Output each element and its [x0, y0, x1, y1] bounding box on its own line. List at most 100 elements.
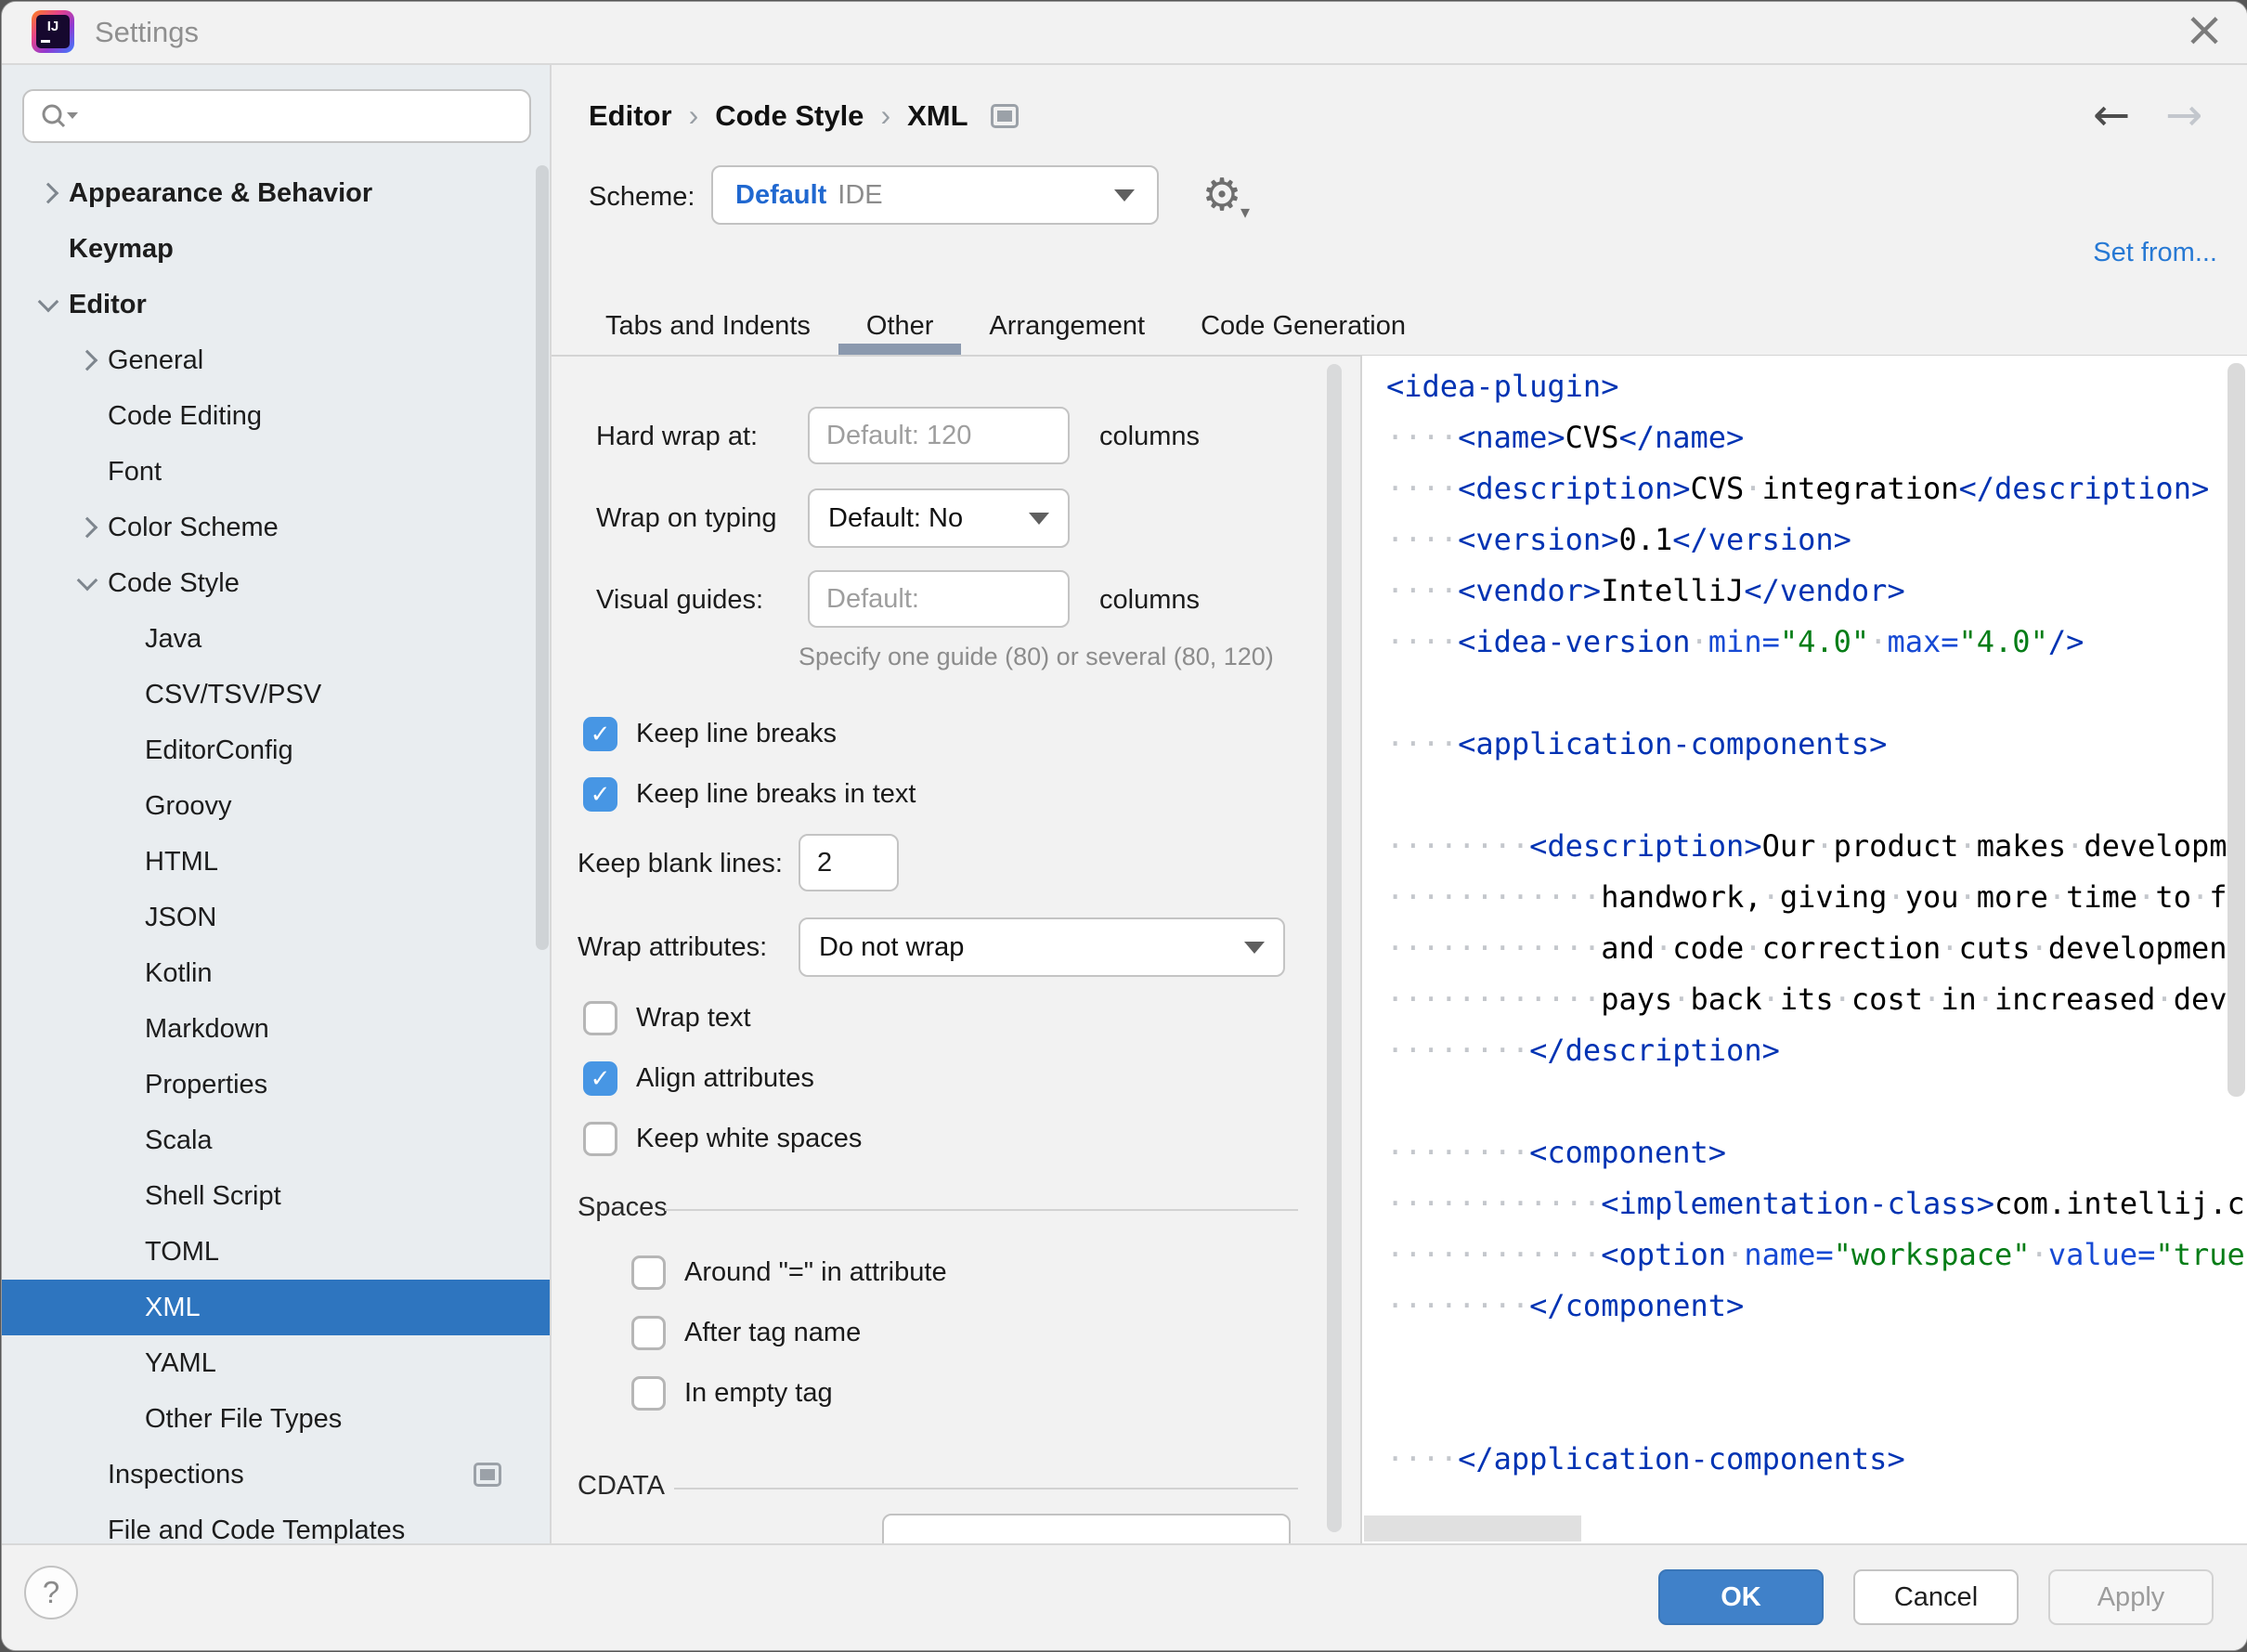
breadcrumb-separator: › [880, 98, 890, 133]
cancel-button[interactable]: Cancel [1853, 1569, 2019, 1625]
preview-horizontal-scrollbar[interactable] [1364, 1515, 1581, 1541]
keep-line-breaks-checkbox[interactable]: ✓ [583, 717, 617, 751]
align-attributes-checkbox[interactable]: ✓ [583, 1061, 617, 1096]
search-input[interactable] [78, 100, 529, 132]
code-line: ············handwork,·giving·you·more·ti… [1386, 872, 2247, 923]
code-line: ····<application-components> [1386, 719, 2247, 770]
tab-bar: Tabs and IndentsOtherArrangementCode Gen… [578, 297, 1434, 355]
wrap-on-typing-select[interactable]: Default: No [808, 488, 1070, 548]
sidebar-item-appearance-behavior[interactable]: Appearance & Behavior [2, 165, 550, 221]
sidebar-list: Appearance & Behavior Keymap Editor General… [2, 165, 550, 1543]
sidebar-item-groovy[interactable]: Groovy [2, 778, 550, 834]
hard-wrap-input[interactable] [808, 407, 1070, 464]
chevron-down-icon[interactable] [77, 570, 98, 592]
after-tag-name-checkbox[interactable] [631, 1316, 666, 1350]
wrap-on-typing-label: Wrap on typing [596, 503, 777, 534]
sidebar-item-yaml[interactable]: YAML [2, 1335, 550, 1391]
sidebar-item-properties[interactable]: Properties [2, 1057, 550, 1112]
preview-pane: <idea-plugin>····<name>CVS</name>····<de… [1360, 356, 2247, 1543]
arrow-right-icon: → [2165, 89, 2202, 141]
intellij-app-icon: IJ [32, 10, 74, 53]
footer: ? OK Cancel Apply [2, 1543, 2247, 1650]
breadcrumb-code-style[interactable]: Code Style [715, 99, 864, 133]
code-line: ············<option·name="workspace"·val… [1386, 1229, 2247, 1281]
keep-white-spaces-checkbox[interactable] [583, 1122, 617, 1156]
set-from-link[interactable]: Set from... [2093, 238, 2217, 268]
sidebar-item-java[interactable]: Java [2, 611, 550, 667]
chevron-down-icon [1244, 942, 1265, 954]
breadcrumb-editor[interactable]: Editor [589, 99, 672, 133]
checkbox-label: In empty tag [684, 1378, 833, 1409]
sidebar-item-editorconfig[interactable]: EditorConfig [2, 722, 550, 778]
sidebar-item-label: File and Code Templates [108, 1515, 405, 1544]
scheme-actions-button[interactable]: ⚙ [1192, 165, 1252, 225]
form-scrollbar[interactable] [1327, 364, 1342, 1532]
checkbox-row-keep-white-spaces[interactable]: Keep white spaces [583, 1109, 862, 1169]
settings-search-box[interactable] [22, 89, 531, 143]
keep-line-breaks-in-text-checkbox[interactable]: ✓ [583, 777, 617, 812]
sidebar-scrollbar[interactable] [536, 165, 549, 950]
sidebar-item-label: Properties [145, 1070, 267, 1100]
apply-button[interactable]: Apply [2048, 1569, 2214, 1625]
sidebar-item-color-scheme[interactable]: Color Scheme [2, 500, 550, 555]
forward-button[interactable]: → [2165, 89, 2202, 141]
help-button[interactable]: ? [24, 1566, 78, 1619]
tab-other[interactable]: Other [838, 297, 962, 355]
wrap-attributes-select[interactable]: Do not wrap [799, 917, 1285, 977]
chevron-right-icon[interactable] [77, 517, 98, 539]
sidebar-item-code-editing[interactable]: Code Editing [2, 388, 550, 444]
sidebar-item-json[interactable]: JSON [2, 890, 550, 945]
checkbox-row-wrap-text[interactable]: Wrap text [583, 988, 862, 1048]
around-in-attribute-checkbox[interactable] [631, 1255, 666, 1290]
checkbox-row-keep-line-breaks[interactable]: ✓Keep line breaks [583, 704, 916, 764]
checkbox-row-after-tag-name[interactable]: After tag name [631, 1303, 947, 1363]
sidebar-item-kotlin[interactable]: Kotlin [2, 945, 550, 1001]
sidebar-item-html[interactable]: HTML [2, 834, 550, 890]
sidebar-item-keymap[interactable]: Keymap [2, 221, 550, 277]
sidebar-item-label: Kotlin [145, 958, 213, 989]
guides-hint: Specify one guide (80) or several (80, 1… [799, 643, 1274, 671]
code-line: ············pays·back·its·cost·in·increa… [1386, 974, 2247, 1025]
chevron-right-icon[interactable] [38, 183, 59, 204]
sidebar-item-label: Editor [69, 290, 147, 320]
tab-code-generation[interactable]: Code Generation [1173, 297, 1434, 355]
chevron-right-icon[interactable] [77, 350, 98, 371]
checkbox-label: Align attributes [636, 1063, 814, 1094]
checkbox-row-keep-line-breaks-in-text[interactable]: ✓Keep line breaks in text [583, 764, 916, 825]
checkbox-row-in-empty-tag[interactable]: In empty tag [631, 1363, 947, 1424]
sidebar-item-label: Keymap [69, 234, 174, 265]
checkbox-row-around-in-attribute[interactable]: Around "=" in attribute [631, 1242, 947, 1303]
sidebar: Appearance & Behavior Keymap Editor General… [2, 65, 552, 1543]
sidebar-item-csv-tsv-psv[interactable]: CSV/TSV/PSV [2, 667, 550, 722]
sidebar-item-general[interactable]: General [2, 332, 550, 388]
sidebar-item-editor[interactable]: Editor [2, 277, 550, 332]
sidebar-item-label: JSON [145, 903, 216, 933]
chevron-down-icon[interactable] [38, 292, 59, 313]
preview-toggle-icon[interactable] [991, 104, 1019, 128]
sidebar-item-code-style[interactable]: Code Style [2, 555, 550, 611]
sidebar-item-scala[interactable]: Scala [2, 1112, 550, 1168]
checkbox-row-align-attributes[interactable]: ✓ Align attributes [583, 1048, 862, 1109]
sidebar-item-xml[interactable]: XML [2, 1280, 550, 1335]
sidebar-item-other-file-types[interactable]: Other File Types [2, 1391, 550, 1447]
close-button[interactable]: × [2175, 1, 2234, 59]
cdata-partial-select[interactable] [882, 1514, 1291, 1543]
back-button[interactable]: ← [2093, 89, 2130, 141]
cdata-section-title: CDATA [578, 1471, 665, 1502]
keep-blank-lines-input[interactable] [799, 834, 899, 891]
ok-button[interactable]: OK [1658, 1569, 1824, 1625]
sidebar-item-file-and-code-templates[interactable]: File and Code Templates [2, 1502, 550, 1543]
tab-tabs-and-indents[interactable]: Tabs and Indents [578, 297, 838, 355]
sidebar-item-shell-script[interactable]: Shell Script [2, 1168, 550, 1224]
visual-guides-input[interactable] [808, 570, 1070, 628]
scheme-select[interactable]: Default IDE [711, 165, 1159, 225]
sidebar-item-label: YAML [145, 1348, 216, 1379]
wrap-text-checkbox[interactable] [583, 1001, 617, 1035]
preview-vertical-scrollbar[interactable] [2228, 363, 2245, 1097]
sidebar-item-font[interactable]: Font [2, 444, 550, 500]
sidebar-item-inspections[interactable]: Inspections [2, 1447, 550, 1502]
sidebar-item-markdown[interactable]: Markdown [2, 1001, 550, 1057]
tab-arrangement[interactable]: Arrangement [961, 297, 1173, 355]
in-empty-tag-checkbox[interactable] [631, 1376, 666, 1411]
sidebar-item-toml[interactable]: TOML [2, 1224, 550, 1280]
